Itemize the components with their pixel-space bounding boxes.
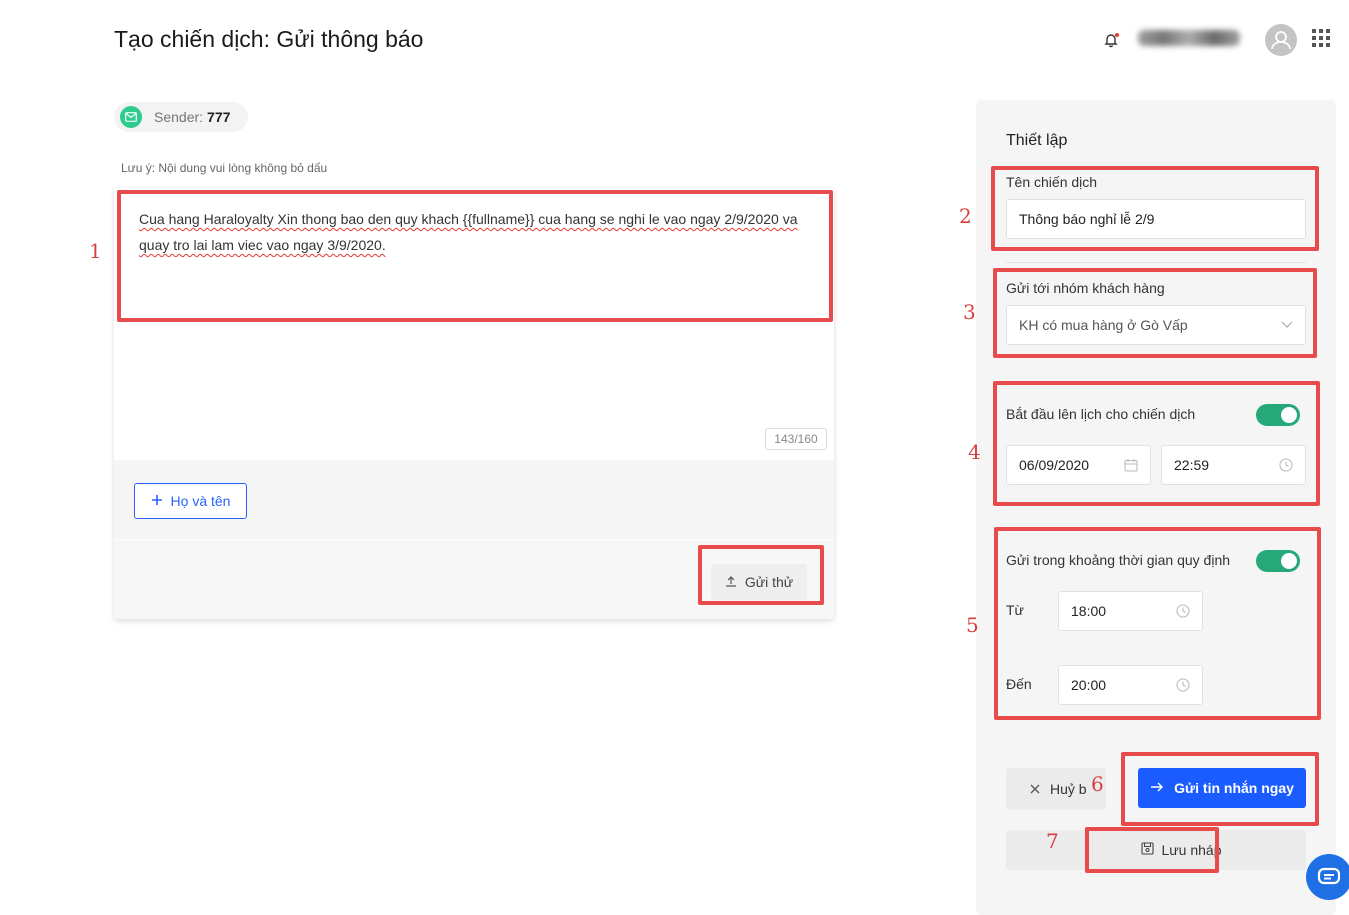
sender-label: Sender: — [154, 109, 204, 125]
annotation-box-6 — [1121, 752, 1319, 826]
grid-apps-icon[interactable] — [1311, 28, 1331, 48]
annotation-number-6: 6 — [1091, 772, 1104, 796]
content-note: Lưu ý: Nội dung vui lòng không bỏ dấu — [121, 161, 328, 175]
annotation-box-3 — [993, 268, 1317, 358]
annotation-box-5 — [994, 527, 1321, 720]
annotation-box-test — [698, 545, 824, 605]
annotation-number-1: 1 — [89, 239, 102, 263]
settings-divider — [1006, 262, 1306, 263]
add-fullname-label: Họ và tên — [170, 493, 231, 509]
close-icon — [1030, 781, 1040, 797]
annotation-box-2 — [991, 166, 1319, 251]
page-title: Tạo chiến dịch: Gửi thông báo — [114, 26, 424, 52]
cancel-label: Huỷ b — [1050, 781, 1087, 797]
add-fullname-button[interactable]: Họ và tên — [134, 483, 247, 519]
char-counter: 143/160 — [765, 428, 827, 450]
chat-icon[interactable] — [1306, 854, 1349, 900]
sender-chip: Sender: 777 — [114, 102, 248, 132]
annotation-number-3: 3 — [963, 300, 976, 324]
annotation-box-7 — [1085, 827, 1219, 873]
annotation-number-4: 4 — [968, 440, 981, 464]
user-icon[interactable] — [1265, 24, 1297, 56]
annotation-box-1 — [117, 190, 833, 322]
personalization-fields: Họ và tên — [114, 460, 834, 539]
mail-icon — [120, 106, 142, 128]
annotation-number-5: 5 — [966, 613, 979, 637]
annotation-number-7: 7 — [1046, 829, 1059, 853]
sender-value: 777 — [207, 109, 231, 125]
user-name-blurred[interactable] — [1138, 30, 1240, 46]
bell-icon[interactable] — [1101, 30, 1121, 50]
annotation-number-2: 2 — [959, 204, 972, 228]
plus-icon — [151, 493, 163, 509]
settings-title: Thiết lập — [1006, 132, 1068, 149]
annotation-box-4 — [993, 381, 1320, 506]
